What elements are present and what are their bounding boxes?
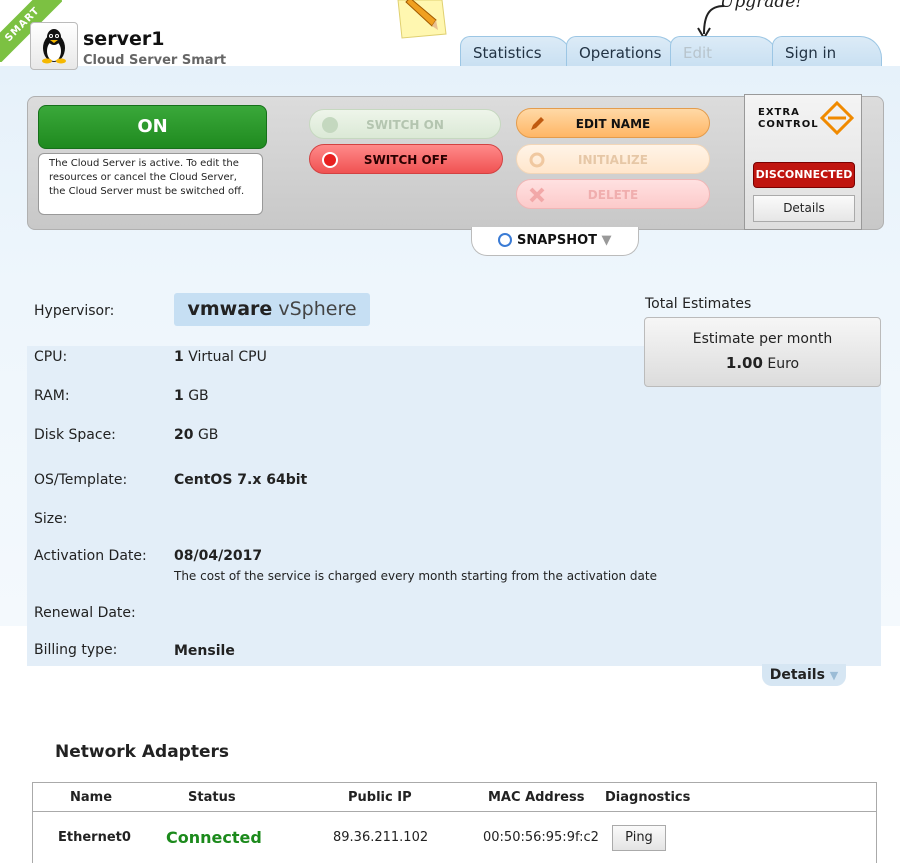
server-name: server1: [83, 28, 165, 50]
adapter-status: Connected: [166, 828, 262, 847]
estimate-amount: 1.00 Euro: [645, 354, 880, 372]
ram-unit: GB: [188, 388, 209, 404]
column-header-mac-address: MAC Address: [488, 790, 585, 805]
estimate-value: 1.00: [725, 354, 763, 372]
disk-unit: GB: [197, 427, 219, 443]
ram-value: 1 GB: [174, 388, 209, 404]
total-estimates-title: Total Estimates: [645, 296, 752, 312]
initialize-button[interactable]: INITIALIZE: [516, 144, 710, 174]
cpu-value: 1 Virtual CPU: [174, 349, 267, 365]
cpu-unit: Virtual CPU: [188, 349, 267, 365]
renewal-label: Renewal Date:: [34, 605, 136, 621]
extra-control-logo-icon: [820, 101, 854, 135]
size-label: Size:: [34, 511, 68, 527]
extra-control-line1: EXTRA: [758, 107, 800, 118]
play-icon: [322, 117, 338, 133]
details-toggle-label: Details: [769, 667, 825, 683]
server-type: Cloud Server Smart: [83, 53, 227, 68]
snapshot-label: SNAPSHOT: [517, 233, 597, 248]
hypervisor-product: vSphere: [278, 298, 357, 320]
edit-pencil-icon: [531, 117, 544, 130]
server-info-panel: [27, 346, 881, 666]
switch-on-button[interactable]: SWITCH ON: [309, 109, 501, 139]
cpu-count: 1: [174, 349, 184, 365]
pencil-icon: [397, 0, 447, 39]
activation-note: The cost of the service is charged every…: [174, 569, 657, 583]
adapter-name: Ethernet0: [58, 830, 131, 845]
extra-control-line2: CONTROL: [758, 119, 819, 130]
extra-control-logo: EXTRA CONTROL: [752, 97, 856, 137]
column-header-public-ip: Public IP: [348, 790, 412, 805]
disk-label: Disk Space:: [34, 427, 116, 443]
linux-penguin-icon: [30, 22, 78, 70]
adapter-mac: 00:50:56:95:9f:c2: [483, 830, 599, 845]
tab-statistics[interactable]: Statistics: [460, 36, 572, 66]
extra-control-details-button[interactable]: Details: [753, 195, 855, 222]
tab-edit[interactable]: Edit: [670, 36, 778, 66]
disk-value: 20 GB: [174, 427, 218, 443]
ram-label: RAM:: [34, 388, 70, 404]
activation-value: 08/04/2017: [174, 548, 263, 564]
estimate-box: Estimate per month 1.00 Euro: [644, 317, 881, 387]
x-icon: [529, 187, 545, 203]
os-value: CentOS 7.x 64bit: [174, 472, 308, 488]
cpu-label: CPU:: [34, 349, 68, 365]
ram-amount: 1: [174, 388, 184, 404]
delete-label: DELETE: [587, 188, 639, 202]
column-header-status: Status: [188, 790, 236, 805]
clock-icon: [498, 233, 513, 247]
edit-name-button[interactable]: EDIT NAME: [516, 108, 710, 138]
stop-icon: [322, 152, 338, 168]
chevron-down-icon: ▼: [829, 669, 839, 682]
disk-amount: 20: [174, 427, 194, 443]
network-adapters-title: Network Adapters: [55, 742, 230, 762]
billing-label: Billing type:: [34, 642, 118, 658]
connection-status-badge: DISCONNECTED: [753, 162, 855, 188]
chevron-down-icon: ▼: [601, 233, 612, 248]
details-toggle[interactable]: Details ▼: [762, 664, 846, 686]
billing-value: Mensile: [174, 643, 235, 659]
table-header: [33, 783, 876, 812]
hypervisor-logo: vmware vSphere: [174, 293, 370, 326]
hypervisor-brand: vmware: [187, 298, 273, 320]
column-header-name: Name: [70, 790, 113, 805]
tab-sign-in[interactable]: Sign in: [772, 36, 882, 66]
power-state-indicator: ON: [38, 105, 267, 149]
tab-operations[interactable]: Operations: [566, 36, 678, 66]
hypervisor-label: Hypervisor:: [34, 303, 115, 319]
switch-on-label: SWITCH ON: [366, 118, 444, 132]
switch-off-label: SWITCH OFF: [363, 153, 449, 167]
initialize-label: INITIALIZE: [578, 153, 648, 167]
os-label: OS/Template:: [34, 472, 128, 488]
estimate-per-month-label: Estimate per month: [692, 331, 833, 347]
adapter-public-ip: 89.36.211.102: [333, 830, 429, 845]
switch-off-button[interactable]: SWITCH OFF: [309, 144, 503, 174]
estimate-currency: Euro: [767, 356, 800, 372]
snapshot-toggle[interactable]: SNAPSHOT ▼: [471, 227, 639, 256]
ping-button[interactable]: Ping: [612, 825, 666, 851]
status-message: The Cloud Server is active. To edit the …: [38, 153, 263, 215]
activation-label: Activation Date:: [34, 548, 147, 564]
edit-name-label: EDIT NAME: [575, 117, 651, 131]
column-header-diagnostics: Diagnostics: [605, 790, 691, 805]
delete-button[interactable]: DELETE: [516, 179, 710, 209]
refresh-icon: [529, 152, 545, 168]
upgrade-note: Upgrade!: [720, 0, 803, 12]
